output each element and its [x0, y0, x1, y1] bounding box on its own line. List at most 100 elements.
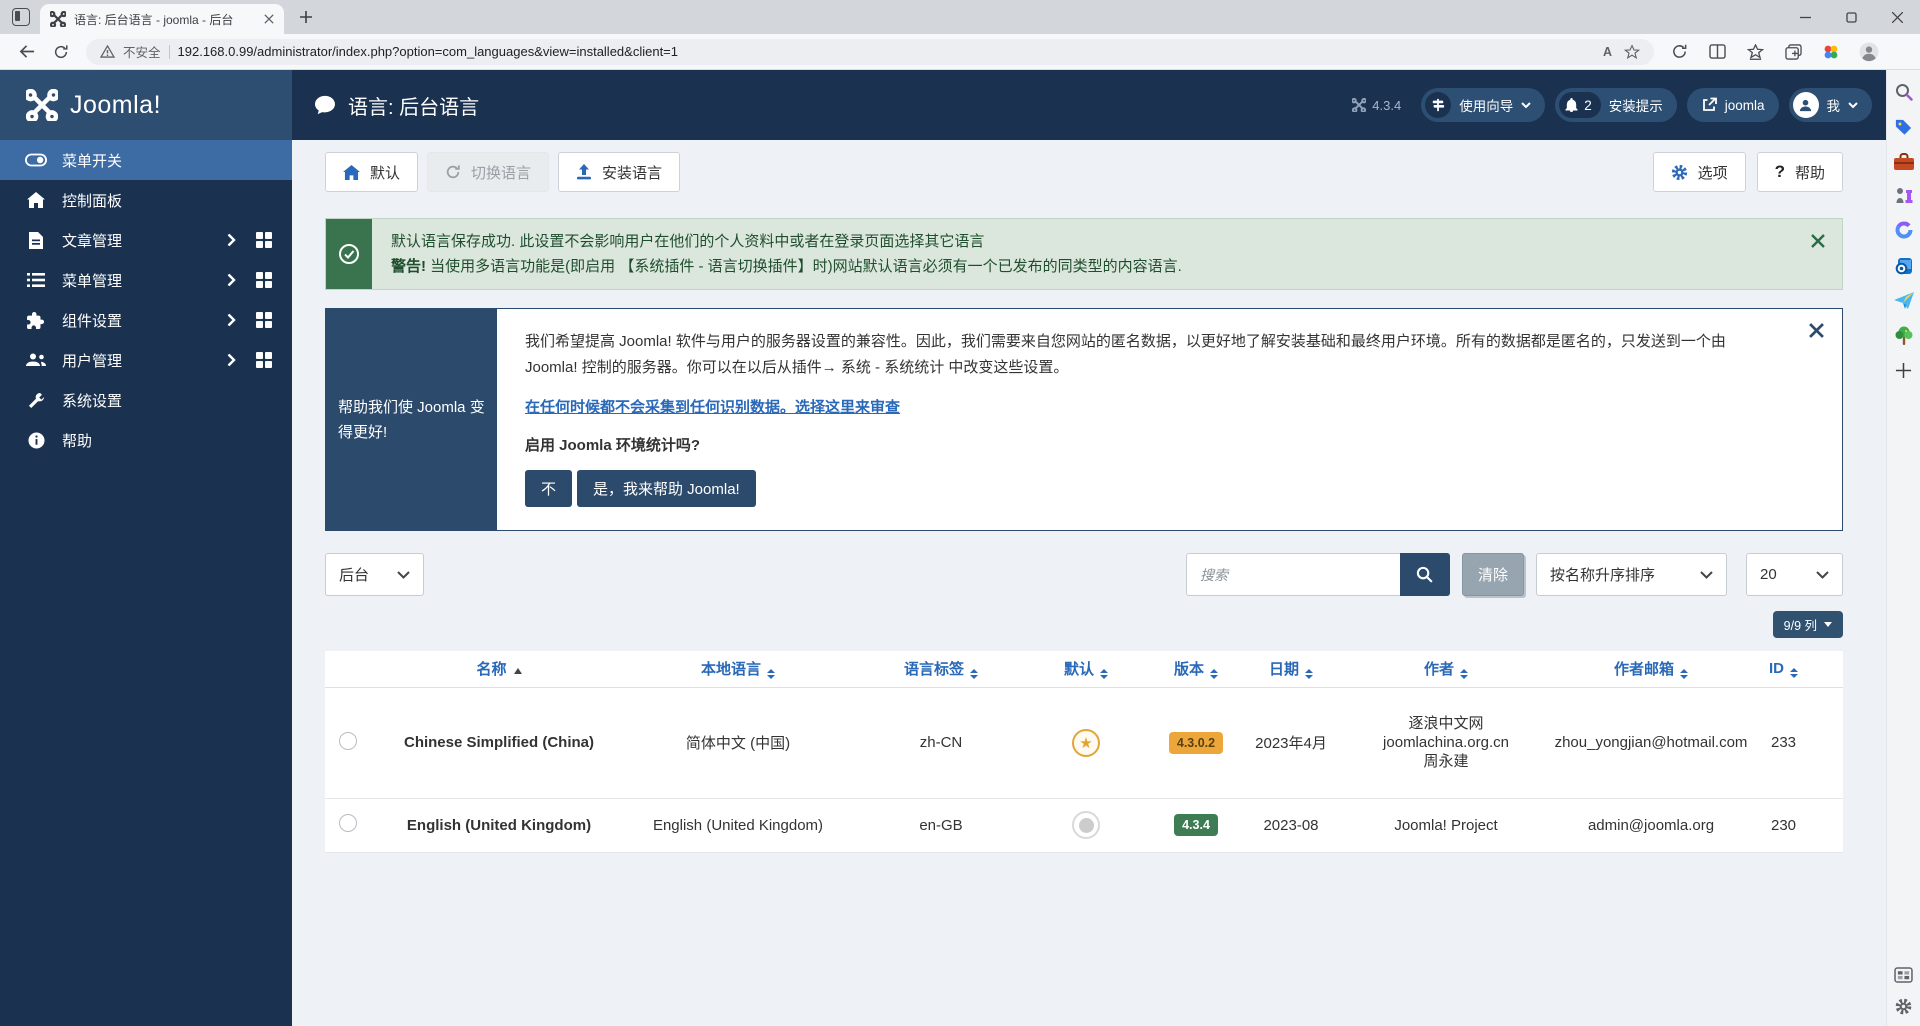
- toolbar-icons: [1662, 37, 1910, 67]
- stats-no-button[interactable]: 不: [525, 470, 572, 507]
- row-radio[interactable]: [339, 814, 357, 832]
- th-native[interactable]: 本地语言: [611, 651, 861, 687]
- sidebar-item-articles[interactable]: 文章管理: [0, 220, 292, 260]
- th-author-email[interactable]: 作者邮箱: [1551, 651, 1751, 687]
- client-select[interactable]: 后台: [325, 553, 424, 596]
- grow-icon[interactable]: [1895, 326, 1913, 346]
- tab-workspaces-icon[interactable]: [12, 8, 30, 26]
- view-site-button[interactable]: joomla: [1687, 88, 1779, 122]
- drop-icon[interactable]: [1894, 292, 1914, 310]
- shopping-icon[interactable]: [1894, 118, 1913, 137]
- stats-close-icon[interactable]: [1809, 323, 1824, 342]
- favorites-bar-button[interactable]: [1738, 37, 1772, 67]
- alert-message: 默认语言保存成功. 此设置不会影响用户在他们的个人资料中或者在登录页面选择其它语…: [372, 219, 1811, 289]
- collections-button[interactable]: [1776, 37, 1810, 67]
- guided-tour-button[interactable]: 使用向导: [1421, 88, 1545, 122]
- th-tag[interactable]: 语言标签: [861, 651, 1021, 687]
- th-native-label: 本地语言: [701, 661, 761, 678]
- tab-title: 语言: 后台语言 - joomla - 后台: [74, 11, 256, 28]
- wrench-icon: [24, 392, 48, 409]
- joomla-logo-zone[interactable]: Joomla!: [0, 70, 292, 140]
- games-icon[interactable]: [1894, 186, 1914, 204]
- add-sidebar-item-icon[interactable]: [1895, 362, 1912, 379]
- sort-select[interactable]: 按名称升序排序: [1536, 553, 1727, 596]
- sidebar-item-menus[interactable]: 菜单管理: [0, 260, 292, 300]
- sidebar-item-extras: [227, 312, 273, 329]
- sidebar-item-system[interactable]: 系统设置: [0, 380, 292, 420]
- dashboard-grid-icon[interactable]: [256, 272, 273, 289]
- browser-tab[interactable]: 语言: 后台语言 - joomla - 后台: [40, 4, 284, 34]
- url-text[interactable]: 192.168.0.99/administrator/index.php?opt…: [178, 44, 1595, 59]
- default-star-button[interactable]: ★: [1072, 729, 1100, 757]
- toolbar-left-buttons: 默认 切换语言 安装语言: [325, 152, 680, 192]
- toolbox-icon[interactable]: [1894, 153, 1914, 170]
- sidebar-item-control-panel[interactable]: 控制面板: [0, 180, 292, 220]
- help-button[interactable]: ? 帮助: [1757, 152, 1843, 192]
- th-date[interactable]: 日期: [1241, 651, 1341, 687]
- alert-line2-text: 当使用多语言功能是(即启用 【系统插件 - 语言切换插件】时)网站默认语言必须有…: [426, 258, 1182, 275]
- alert-close-icon[interactable]: [1811, 234, 1825, 289]
- dashboard-grid-icon[interactable]: [256, 312, 273, 329]
- clear-button[interactable]: 清除: [1462, 553, 1524, 596]
- limit-select[interactable]: 20: [1746, 553, 1843, 596]
- refresh-button[interactable]: [44, 37, 78, 67]
- profile-avatar[interactable]: [1852, 37, 1886, 67]
- sidebar-item-components[interactable]: 组件设置: [0, 300, 292, 340]
- favorite-star-icon[interactable]: [1624, 44, 1640, 60]
- install-language-button[interactable]: 安装语言: [558, 152, 680, 192]
- set-default-button[interactable]: [1072, 811, 1100, 839]
- new-tab-button[interactable]: [296, 7, 316, 27]
- browser-essentials-icon[interactable]: [1814, 37, 1848, 67]
- chevron-right-icon[interactable]: [227, 273, 236, 287]
- user-menu-button[interactable]: 我: [1789, 88, 1873, 122]
- chevron-right-icon[interactable]: [227, 233, 236, 247]
- install-language-label: 安装语言: [602, 162, 662, 183]
- messages-label: 安装提示: [1609, 95, 1663, 115]
- th-id[interactable]: ID: [1751, 651, 1843, 687]
- dashboard-grid-icon[interactable]: [256, 352, 273, 369]
- split-screen-button[interactable]: [1700, 37, 1734, 67]
- window-minimize-button[interactable]: [1782, 0, 1828, 34]
- sort-both-icon: [767, 669, 775, 679]
- stats-review-link[interactable]: 在任何时候都不会采集到任何识别数据。选择这里来审查: [525, 396, 900, 417]
- th-author[interactable]: 作者: [1341, 651, 1551, 687]
- sidebar-item-menu-toggle[interactable]: 菜单开关: [0, 140, 292, 180]
- th-name[interactable]: 名称: [371, 651, 611, 687]
- th-default[interactable]: 默认: [1021, 651, 1151, 687]
- notification-count: 2: [1559, 92, 1601, 118]
- th-version[interactable]: 版本: [1151, 651, 1241, 687]
- read-aloud-icon[interactable]: A: [1603, 45, 1612, 59]
- search-button[interactable]: [1400, 553, 1450, 596]
- copilot-icon[interactable]: [1894, 220, 1914, 240]
- window-maximize-button[interactable]: [1828, 0, 1874, 34]
- stats-yes-button[interactable]: 是，我来帮助 Joomla!: [577, 470, 756, 507]
- chevron-right-icon[interactable]: [227, 353, 236, 367]
- sort-both-icon: [1305, 669, 1313, 679]
- back-button[interactable]: [10, 37, 44, 67]
- outlook-icon[interactable]: [1894, 256, 1914, 276]
- chevron-right-icon[interactable]: [227, 313, 236, 327]
- switch-language-button[interactable]: 切换语言: [427, 152, 549, 192]
- window-close-button[interactable]: [1874, 0, 1920, 34]
- row-radio[interactable]: [339, 732, 357, 750]
- columns-badge[interactable]: 9/9 列: [1773, 611, 1843, 638]
- search-icon[interactable]: [1894, 82, 1914, 102]
- post-install-messages-button[interactable]: 2 安装提示: [1555, 88, 1677, 122]
- th-tag-label: 语言标签: [904, 661, 964, 678]
- sync-button[interactable]: [1662, 37, 1696, 67]
- collections-icon[interactable]: [1894, 967, 1913, 983]
- joomla-logo-icon: [26, 89, 58, 121]
- settings-gear-icon[interactable]: [1894, 997, 1913, 1016]
- default-button[interactable]: 默认: [325, 152, 418, 192]
- sidebar-item-help[interactable]: 帮助: [0, 420, 292, 460]
- back-arrow-icon: [19, 43, 36, 60]
- address-bar[interactable]: 不安全 192.168.0.99/administrator/index.php…: [86, 39, 1654, 65]
- dashboard-grid-icon[interactable]: [256, 232, 273, 249]
- search-input[interactable]: [1186, 553, 1400, 596]
- tab-close-icon[interactable]: [264, 14, 274, 24]
- address-bar-actions: A: [1603, 44, 1640, 60]
- options-button[interactable]: 选项: [1653, 152, 1746, 192]
- sidebar-item-users[interactable]: 用户管理: [0, 340, 292, 380]
- security-label[interactable]: 不安全: [123, 42, 161, 61]
- client-select-value: 后台: [339, 564, 369, 585]
